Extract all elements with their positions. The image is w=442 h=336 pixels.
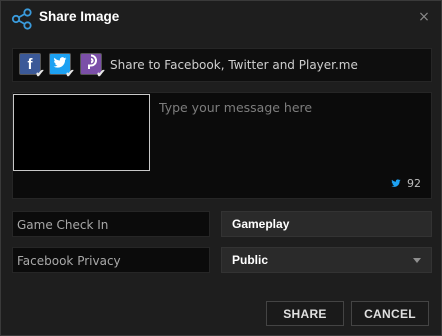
character-counter: 92	[391, 177, 421, 190]
twitter-bird-icon	[391, 179, 401, 187]
share-destinations-label: Share to Facebook, Twitter and Player.me	[110, 58, 358, 72]
message-panel: 92	[12, 92, 432, 199]
share-icon	[11, 8, 33, 30]
close-icon[interactable]: ×	[417, 10, 431, 24]
image-thumbnail	[13, 94, 150, 171]
facebook-privacy-value: Public	[232, 253, 269, 267]
cancel-button[interactable]: CANCEL	[351, 301, 429, 326]
facebook-icon: f	[27, 55, 33, 73]
facebook-privacy-row: Facebook Privacy Public	[12, 247, 432, 273]
game-check-in-label: Game Check In	[12, 211, 210, 237]
share-services-row: f ✔ ✔ ✔ Share to Facebook, Twitter and P…	[12, 48, 432, 82]
facebook-toggle[interactable]: f ✔	[19, 53, 45, 80]
twitter-toggle[interactable]: ✔	[49, 53, 75, 80]
share-button[interactable]: SHARE	[266, 301, 344, 326]
playerme-toggle[interactable]: ✔	[80, 53, 106, 80]
game-check-in-row: Game Check In Gameplay	[12, 211, 432, 237]
character-count: 92	[407, 177, 421, 190]
checkmark-icon: ✔	[96, 68, 106, 80]
dialog-title: Share Image	[39, 9, 120, 24]
facebook-privacy-select[interactable]: Public	[221, 247, 432, 273]
message-input[interactable]	[159, 100, 427, 170]
facebook-privacy-label: Facebook Privacy	[12, 247, 210, 273]
checkmark-icon: ✔	[65, 68, 75, 80]
chevron-down-icon	[413, 258, 421, 263]
game-check-in-field[interactable]: Gameplay	[221, 211, 432, 237]
title-bar: Share Image ×	[1, 1, 441, 37]
checkmark-icon: ✔	[35, 68, 45, 80]
share-image-dialog: Share Image × f ✔ ✔ ✔ Share to Facebook,…	[0, 0, 442, 336]
